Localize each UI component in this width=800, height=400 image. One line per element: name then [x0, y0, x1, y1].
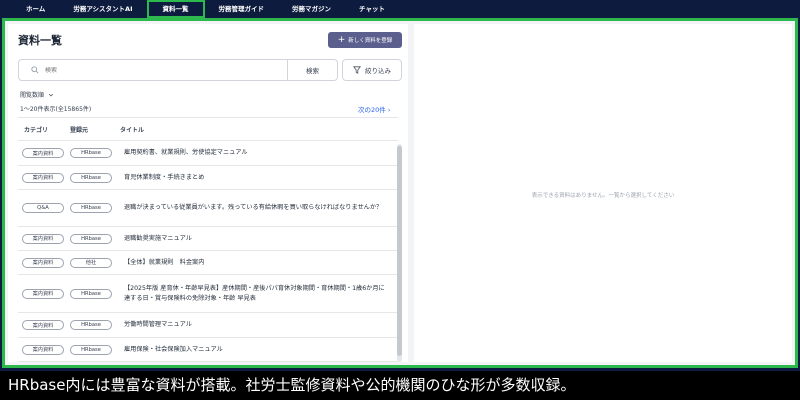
next-page-link[interactable]: 次の20件 › — [358, 104, 390, 114]
row-title: 雇用保険・社会保険加入マニュアル — [124, 345, 223, 353]
search-box: 検索 — [18, 59, 338, 81]
next-page-label: 次の20件 — [358, 106, 386, 114]
category-badge: 案内資料 — [22, 148, 64, 158]
category-badge: 案内資料 — [22, 257, 64, 268]
source-badge: HRbase — [70, 233, 112, 244]
empty-state-message: 表示できる資料はありません。一覧から選択してください — [531, 193, 675, 199]
table-row[interactable]: 案内資料 HRbase 育児休業制度・手続きまとめ — [18, 166, 398, 190]
result-count: 1～20件表示(全15865件) — [20, 106, 92, 113]
table-row[interactable]: 案内資料 HRbase 退職勧奨実施マニュアル — [18, 227, 398, 251]
nav-item-guide[interactable]: 労務管理ガイド — [205, 0, 279, 18]
page-title: 資料一覧 — [18, 34, 62, 47]
category-badge: 案内資料 — [22, 344, 64, 355]
search-button[interactable]: 検索 — [287, 60, 337, 80]
caption-text: HRbase内には豊富な資料が搭載。社労士監修資料や公的機関のひな形が多数収録。 — [0, 371, 800, 400]
nav-item-magazine[interactable]: 労務マガジン — [278, 0, 345, 18]
new-document-button[interactable]: + 新しく資料を登録 — [328, 32, 402, 48]
category-badge: Q&A — [22, 203, 64, 213]
source-badge: 他社 — [70, 257, 112, 268]
source-badge: HRbase — [70, 288, 112, 299]
category-badge: 案内資料 — [22, 233, 64, 244]
source-badge: HRbase — [70, 320, 112, 330]
chevron-right-icon: › — [387, 106, 391, 114]
table-row[interactable]: 案内資料 HRbase 労働時間管理マニュアル — [18, 313, 398, 338]
nav-item-ai-assistant[interactable]: 労務アシスタントAI — [59, 0, 146, 18]
table-row[interactable]: Q&A HRbase 退職が決まっている従業員がいます。残っている有給休暇を買い… — [18, 190, 398, 227]
table-row[interactable]: 案内資料 HRbase 雇用保険・社会保険加入マニュアル — [18, 338, 398, 362]
category-badge: 案内資料 — [22, 288, 64, 299]
column-header-source: 登録元 — [70, 126, 89, 134]
row-title: 退職が決まっている従業員がいます。残っている有給休暇を買い取らなければなりません… — [124, 204, 383, 211]
sort-label: 閲覧数順 — [20, 92, 45, 99]
top-nav: ホーム 労務アシスタントAI 資料一覧 労務管理ガイド 労務マガジン チャット — [0, 0, 800, 18]
chevron-down-icon — [48, 93, 54, 96]
row-title: 退職勧奨実施マニュアル — [124, 234, 192, 242]
sort-dropdown[interactable]: 閲覧数順 — [20, 90, 54, 99]
table-row[interactable]: 案内資料 HRbase 【2025年版 産育休・年齢早見表】産休期間・産後パパ育… — [18, 275, 398, 313]
category-badge: 案内資料 — [22, 172, 64, 183]
source-badge: HRbase — [70, 148, 112, 158]
filter-label: 絞り込み — [365, 67, 391, 75]
plus-icon: + — [337, 34, 346, 45]
nav-item-home[interactable]: ホーム — [12, 0, 59, 18]
search-input[interactable] — [45, 66, 285, 74]
document-table: カテゴリ 登録元 タイトル 案内資料 HRbase 雇用契約書、就業規則、労使協… — [18, 117, 398, 362]
table-row[interactable]: 案内資料 HRbase 雇用契約書、就業規則、労使協定マニュアル — [18, 141, 398, 166]
source-badge: HRbase — [70, 203, 112, 213]
row-title: 育児休業制度・手続きまとめ — [124, 173, 205, 181]
row-title: 【2025年版 産育休・年齢早見表】産休期間・産後パパ育休対象期間・育休期間・1… — [124, 284, 385, 302]
source-badge: HRbase — [70, 344, 112, 355]
nav-item-documents[interactable]: 資料一覧 — [146, 0, 205, 18]
highlight-frame: 資料一覧 + 新しく資料を登録 検索 絞り込み 閲覧数順 1～20件表示 — [2, 18, 798, 368]
filter-button[interactable]: 絞り込み — [342, 59, 402, 81]
scrollbar-thumb[interactable] — [397, 146, 402, 356]
search-icon — [31, 66, 39, 74]
source-badge: HRbase — [70, 172, 112, 183]
column-header-title: タイトル — [120, 126, 145, 134]
new-document-label: 新しく資料を登録 — [348, 38, 393, 44]
table-row[interactable]: 案内資料 他社 【全体】就業規則 料金案内 — [18, 251, 398, 275]
row-title: 雇用契約書、就業規則、労使協定マニュアル — [124, 149, 248, 156]
filter-icon — [353, 66, 361, 74]
document-preview-panel: 表示できる資料はありません。一覧から選択してください — [414, 24, 792, 362]
row-title: 【全体】就業規則 料金案内 — [124, 258, 205, 266]
column-header-category: カテゴリ — [24, 126, 49, 134]
row-title: 労働時間管理マニュアル — [124, 321, 192, 328]
table-header: カテゴリ 登録元 タイトル — [18, 117, 398, 141]
category-badge: 案内資料 — [22, 320, 64, 330]
document-list-panel: 資料一覧 + 新しく資料を登録 検索 絞り込み 閲覧数順 1～20件表示 — [8, 24, 408, 362]
nav-item-chat[interactable]: チャット — [345, 0, 399, 18]
